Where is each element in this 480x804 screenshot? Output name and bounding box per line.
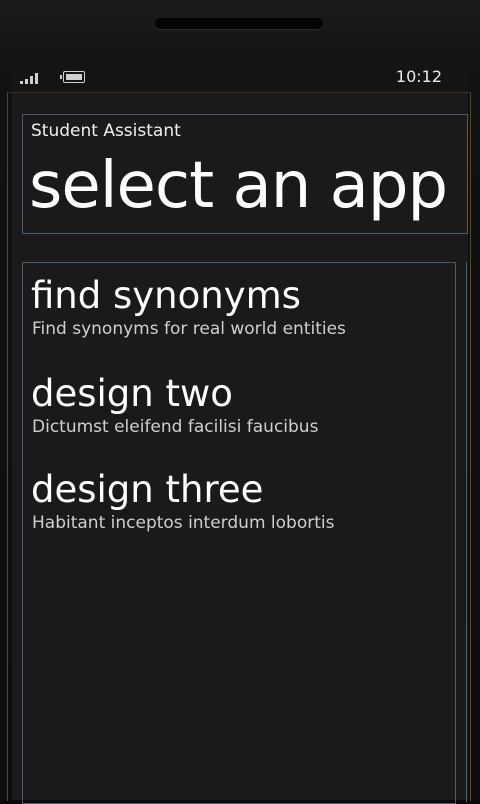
- signal-strength-icon: [20, 72, 44, 84]
- phone-frame: 10:12 Student Assistant select an app fi…: [0, 0, 480, 804]
- earpiece-speaker: [155, 18, 323, 29]
- battery-icon: [60, 71, 85, 83]
- status-time: 10:12: [395, 67, 442, 86]
- screen-edge: [7, 92, 471, 801]
- status-bar: 10:12: [12, 62, 468, 92]
